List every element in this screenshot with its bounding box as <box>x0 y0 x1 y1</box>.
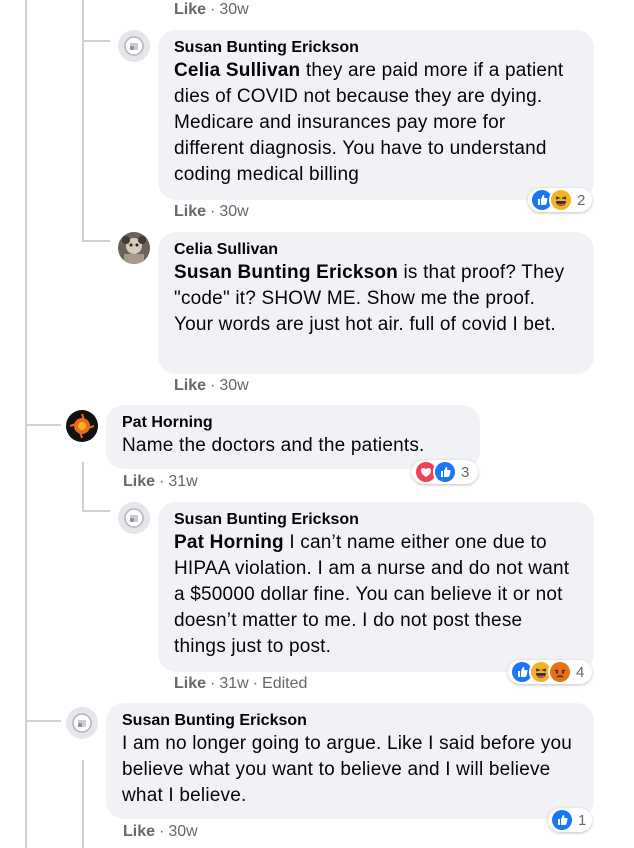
comment-time[interactable]: 30w <box>168 823 197 840</box>
comment-text: I am no longer going to argue. Like I sa… <box>122 733 572 806</box>
avatar[interactable] <box>66 410 98 442</box>
comment-text: Pat Horning I can’t name either one due … <box>174 532 570 657</box>
comment-meta: Like · 31w <box>123 473 198 490</box>
reaction-count: 3 <box>461 463 470 481</box>
comment-time[interactable]: 30w <box>219 377 248 394</box>
avatar[interactable] <box>118 30 150 62</box>
thread-line <box>82 40 110 42</box>
edited-label[interactable]: Edited <box>262 675 307 692</box>
reaction-summary[interactable]: 4 <box>508 660 592 684</box>
like-button[interactable]: Like <box>174 1 206 18</box>
comment-author[interactable]: Pat Horning <box>122 413 464 433</box>
mention-link[interactable]: Pat Horning <box>174 532 284 553</box>
comment-meta: Like · 30w <box>174 1 249 18</box>
like-button[interactable]: Like <box>174 377 206 394</box>
comment-author[interactable]: Celia Sullivan <box>174 240 578 260</box>
comment-meta: Like · 30w <box>174 203 249 220</box>
comment-bubble: Susan Bunting Erickson Celia Sullivan th… <box>158 30 594 200</box>
like-button[interactable]: Like <box>123 823 155 840</box>
comment-time[interactable]: 30w <box>219 1 248 18</box>
comment-bubble: Susan Bunting Erickson I am no longer go… <box>106 703 594 819</box>
reaction-summary[interactable]: 1 <box>548 808 592 832</box>
thread-line <box>82 760 84 848</box>
like-button[interactable]: Like <box>174 675 206 692</box>
angry-reaction-icon <box>548 660 572 684</box>
comment-bubble: Celia Sullivan Susan Bunting Erickson is… <box>158 232 594 374</box>
thread-line <box>82 240 110 242</box>
thread-line <box>25 720 61 722</box>
comment-meta: Like · 30w <box>174 377 249 394</box>
haha-reaction-icon <box>549 188 573 212</box>
comment-bubble: Susan Bunting Erickson Pat Horning I can… <box>158 502 594 672</box>
like-button[interactable]: Like <box>174 203 206 220</box>
comment-time[interactable]: 31w <box>219 675 248 692</box>
comment-meta: Like · 30w <box>123 823 198 840</box>
avatar[interactable] <box>66 707 98 739</box>
reaction-summary[interactable]: 3 <box>412 460 478 484</box>
comment-text: Susan Bunting Erickson is that proof? Th… <box>174 262 565 335</box>
like-reaction-icon <box>433 460 457 484</box>
reaction-count: 4 <box>576 663 585 681</box>
comment-author[interactable]: Susan Bunting Erickson <box>174 38 578 58</box>
thread-line <box>25 424 61 426</box>
reaction-summary[interactable]: 2 <box>528 188 592 212</box>
comment-author[interactable]: Susan Bunting Erickson <box>174 510 578 530</box>
thread-line <box>82 0 84 242</box>
thread-line <box>82 510 110 512</box>
reaction-count: 1 <box>578 811 587 829</box>
avatar[interactable] <box>118 232 150 264</box>
comment-text: Name the doctors and the patients. <box>122 435 425 456</box>
like-reaction-icon <box>550 808 574 832</box>
comment-text: Celia Sullivan they are paid more if a p… <box>174 60 564 185</box>
comment-time[interactable]: 31w <box>168 473 197 490</box>
comment-time[interactable]: 30w <box>219 203 248 220</box>
thread-line <box>82 462 84 512</box>
like-button[interactable]: Like <box>123 473 155 490</box>
mention-link[interactable]: Susan Bunting Erickson <box>174 262 398 283</box>
comment-meta: Like · 31w · Edited <box>174 675 308 692</box>
avatar[interactable] <box>118 502 150 534</box>
comment-author[interactable]: Susan Bunting Erickson <box>122 711 578 731</box>
mention-link[interactable]: Celia Sullivan <box>174 60 300 81</box>
reaction-count: 2 <box>577 191 586 209</box>
